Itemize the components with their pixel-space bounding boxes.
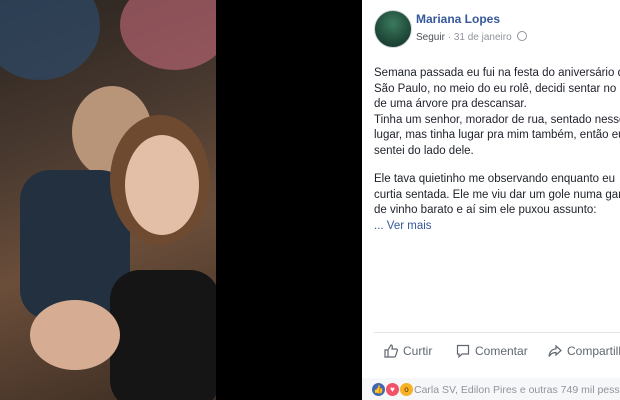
thumbs-up-icon: [384, 344, 399, 358]
text-line: São Paulo, no meio do eu rolê, decidi se…: [374, 82, 620, 95]
action-bar: Curtir Comentar Compartilhar: [374, 340, 620, 364]
photo-background-figure: [0, 0, 100, 80]
reactions-bar[interactable]: 👍 ♥ o Carla SV, Edilon Pires e outras 74…: [362, 378, 620, 400]
comment-icon: [456, 344, 470, 359]
like-label: Curtir: [403, 344, 433, 358]
post-date[interactable]: 31 de janeiro: [454, 32, 512, 43]
text-line: curtia sentada. Ele me viu dar um gole n…: [374, 188, 620, 201]
share-button[interactable]: Compartilhar: [548, 344, 620, 358]
wow-icon: o: [400, 383, 413, 396]
meta-separator: ·: [447, 32, 452, 43]
globe-icon: [517, 31, 528, 41]
author-name[interactable]: Mariana Lopes: [416, 12, 500, 26]
photo-background-figure: [120, 0, 216, 70]
text-line: de uma árvore pra descansar.: [374, 98, 527, 110]
photo-hand: [30, 300, 120, 370]
photo-woman-face: [125, 135, 199, 235]
text-line: Tinha um senhor, morador de rua, sentado…: [374, 113, 620, 126]
photo-woman-top: [110, 270, 216, 400]
facebook-post: Mariana Lopes Seguir · 31 de janeiro Sem…: [362, 0, 620, 400]
actions-divider: [374, 332, 620, 333]
post-paragraph: Semana passada eu fui na festa do aniver…: [374, 66, 620, 159]
comment-button[interactable]: Comentar: [456, 344, 528, 359]
post-text: Semana passada eu fui na festa do aniver…: [374, 66, 620, 247]
love-icon: ♥: [386, 383, 399, 396]
post-meta: Seguir · 31 de janeiro: [416, 31, 528, 43]
share-icon: [548, 344, 562, 357]
text-line: lugar, mas tinha lugar pra mim também, e…: [374, 129, 620, 141]
post-paragraph: Ele tava quietinho me observando enquant…: [374, 172, 620, 234]
like-icon: 👍: [372, 383, 385, 396]
like-button[interactable]: Curtir: [384, 344, 432, 358]
text-line: Semana passada eu fui na festa do aniver…: [374, 67, 620, 79]
post-photo[interactable]: [0, 0, 216, 400]
see-more-link[interactable]: ... Ver mais: [374, 220, 432, 232]
share-label: Compartilhar: [567, 344, 620, 358]
text-line: Ele tava quietinho me observando enquant…: [374, 173, 616, 185]
comment-label: Comentar: [475, 344, 528, 358]
follow-link[interactable]: Seguir: [416, 32, 445, 43]
reactions-names[interactable]: Carla SV, Edilon Pires e outras 749 mil …: [414, 384, 620, 396]
author-avatar[interactable]: [374, 10, 412, 48]
text-line: sentei do lado dele.: [374, 144, 474, 157]
text-line: de vinho barato e aí sim ele puxou assun…: [374, 204, 597, 216]
